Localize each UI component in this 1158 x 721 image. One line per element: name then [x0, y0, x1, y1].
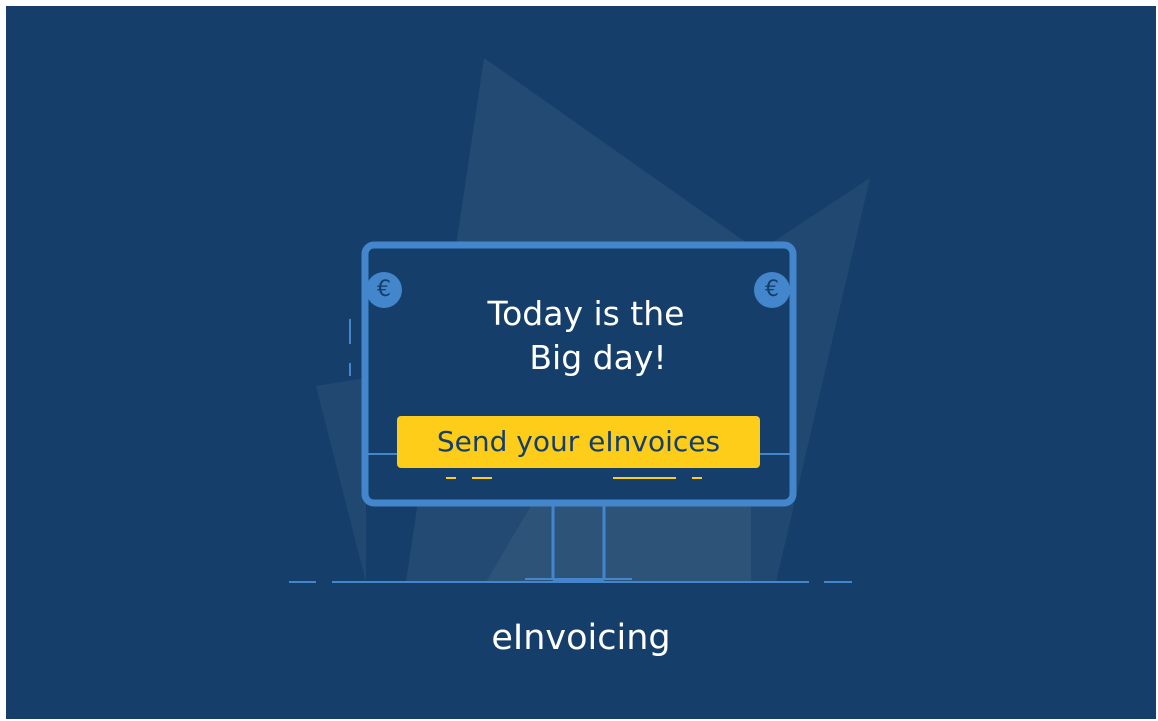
background-shape — [316, 378, 366, 582]
send-einvoices-button[interactable]: Send your eInvoices — [397, 416, 760, 468]
brand-label: eInvoicing — [491, 618, 671, 658]
headline: Today is the Big day! — [386, 292, 786, 380]
headline-line-1: Today is the — [487, 294, 685, 333]
headline-line-2: Big day! — [529, 338, 667, 377]
hero-banner: € € Today is the Big day! Send your eInv… — [6, 6, 1156, 719]
